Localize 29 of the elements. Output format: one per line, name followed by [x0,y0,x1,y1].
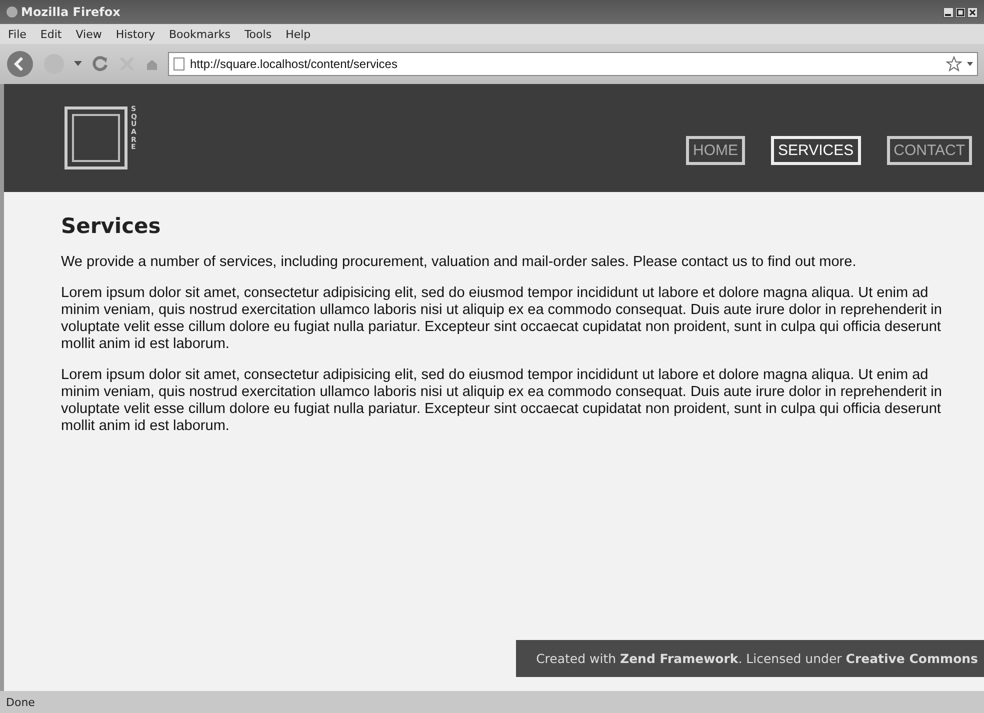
maximize-icon[interactable] [955,6,966,18]
reload-icon[interactable] [91,55,109,73]
star-icon[interactable] [946,56,962,72]
nav-link[interactable]: HOME [686,136,746,165]
nav-link[interactable]: SERVICES [771,136,861,165]
page-icon [173,57,185,71]
menu-item[interactable]: Edit [40,28,62,40]
window-title: Mozilla Firefox [21,5,120,19]
back-icon[interactable] [6,50,34,78]
address-field[interactable]: http://square.localhost/content/services [168,52,978,76]
status-text: Done [6,696,35,708]
paragraph: Lorem ipsum dolor sit amet, consectetur adipisicing elit, sed do eiusmod tempor incididunt ut labore et dolore magna aliqua. Ut enim ad minim veniam, quis nostrud exercitation ullamco laboris nisi ut aliquip ex ea commodo consequat. Duis aute irure dolor in reprehenderit in voluptate velit esse cillum dolore eu fugiat nulla pariatur. Excepteur sint occaecat cupidatat non proident, sunt in culpa qui officia deserunt mollit anim id est laborum. [61,367,943,435]
dropdown-icon[interactable] [74,61,82,67]
footer-text: Created with Zend Framework. Licensed under Creative Commons [536,651,978,666]
menu-item[interactable]: Tools [244,28,272,40]
menu-item[interactable]: View [76,28,102,40]
minimize-icon[interactable] [943,6,954,18]
menu-item[interactable]: History [116,28,155,40]
page-heading: Services [61,214,162,238]
close-icon[interactable] [967,6,978,18]
nav-link[interactable]: CONTACT [886,136,972,165]
menu-item[interactable]: Bookmarks [168,28,230,40]
browser-icon [6,6,18,18]
menu-item[interactable]: Help [286,28,311,40]
dropdown-icon[interactable] [967,62,973,66]
logo-icon[interactable] [64,106,128,170]
paragraph: Lorem ipsum dolor sit amet, consectetur adipisicing elit, sed do eiusmod tempor incididunt ut labore et dolore magna aliqua. Ut enim ad minim veniam, quis nostrud exercitation ullamco laboris nisi ut aliquip ex ea commodo consequat. Duis aute irure dolor in reprehenderit in voluptate velit esse cillum dolore eu fugiat nulla pariatur. Excepteur sint occaecat cupidatat non proident, sunt in culpa qui officia deserunt mollit anim id est laborum. [61,285,943,353]
menu-item[interactable]: File [8,28,26,40]
paragraph: We provide a number of services, including procurement, valuation and mail-order sales. Please contact us to find out more. [61,254,858,271]
